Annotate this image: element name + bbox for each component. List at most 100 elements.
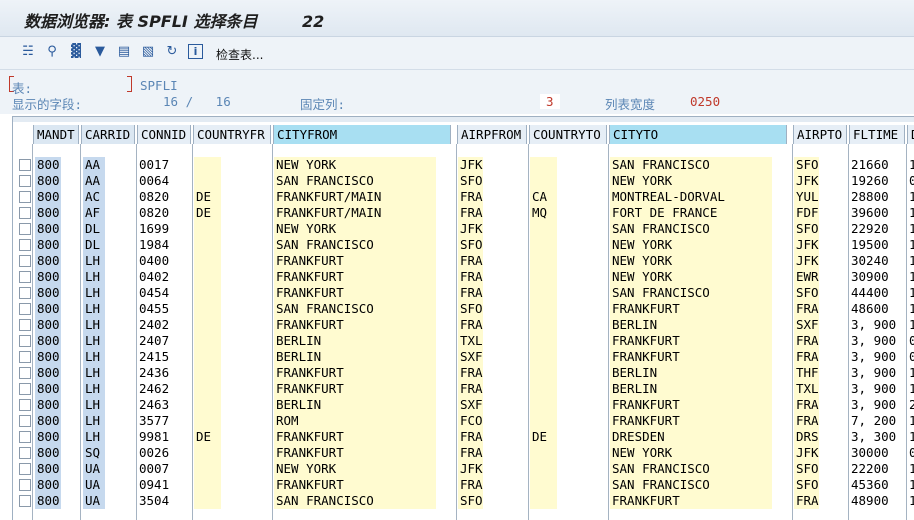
cell-countryfr (194, 157, 221, 173)
cell-countryto (530, 349, 557, 365)
table-row[interactable]: 800 UA 3504 SAN FRANCISCO SFO FRANKFURT FRA 489… (13, 493, 914, 509)
cell-airpfrom: FRA (458, 477, 483, 493)
info-icon[interactable]: i (188, 44, 203, 59)
table-row[interactable]: 800 DL 1699 NEW YORK JFK SAN FRANCISCO SFO 2292… (13, 221, 914, 237)
table-row[interactable]: 800 LH 2462 FRANKFURT FRA BERLIN TXL 3, 900 1 (13, 381, 914, 397)
column-header-cityto[interactable]: CITYTO (609, 125, 787, 144)
column-header-airpto[interactable]: AIRPTO (793, 125, 847, 144)
row-select-checkbox[interactable] (19, 495, 31, 507)
print-icon[interactable]: ▧ (140, 44, 156, 60)
row-select-checkbox[interactable] (19, 223, 31, 235)
row-select-checkbox[interactable] (19, 351, 31, 363)
column-header-fltime[interactable]: FLTIME (849, 125, 905, 144)
row-select-checkbox[interactable] (19, 175, 31, 187)
cell-cityto: MONTREAL-DORVAL (610, 189, 772, 205)
export-icon[interactable]: ▤ (116, 44, 132, 60)
cell-cityto: FRANKFURT (610, 301, 772, 317)
table-row[interactable]: 800 DL 1984 SAN FRANCISCO SFO NEW YORK JFK 1950… (13, 237, 914, 253)
cell-countryto (530, 461, 557, 477)
row-select-checkbox[interactable] (19, 255, 31, 267)
row-select-checkbox[interactable] (19, 319, 31, 331)
cell-countryto (530, 413, 557, 429)
table-row[interactable]: 800 SQ 0026 FRANKFURT FRA NEW YORK JFK 30000 0 (13, 445, 914, 461)
table-row[interactable]: 800 LH 2415 BERLIN SXF FRANKFURT FRA 3, 900 0 (13, 349, 914, 365)
table-row[interactable]: 800 LH 2402 FRANKFURT FRA BERLIN SXF 3, 900 1 (13, 317, 914, 333)
row-select-checkbox[interactable] (19, 287, 31, 299)
cell-airpto: FDF (794, 205, 819, 221)
row-select-checkbox[interactable] (19, 207, 31, 219)
cell-mandt: 800 (35, 157, 61, 173)
column-header-mandt[interactable]: MANDT (33, 125, 79, 144)
cell-carrid: DL (83, 221, 105, 237)
cell-cityfrom: NEW YORK (274, 157, 436, 173)
sort-icon[interactable]: ▼ (92, 44, 108, 60)
cell-cityfrom: FRANKFURT (274, 429, 436, 445)
cell-carrid: LH (83, 429, 105, 445)
row-select-checkbox[interactable] (19, 335, 31, 347)
row-select-checkbox[interactable] (19, 271, 31, 283)
row-select-checkbox[interactable] (19, 303, 31, 315)
cell-airpfrom: FRA (458, 205, 483, 221)
table-row[interactable]: 800 AF 0820 DE FRANKFURT/MAIN FRA MQ FORT DE FR… (13, 205, 914, 221)
column-header-countryto[interactable]: COUNTRYTO (529, 125, 607, 144)
row-select-checkbox[interactable] (19, 447, 31, 459)
cell-cityfrom: FRANKFURT (274, 317, 436, 333)
row-select-checkbox[interactable] (19, 479, 31, 491)
cell-d: 1 (907, 253, 914, 269)
cell-countryfr (194, 493, 221, 509)
row-select-checkbox[interactable] (19, 431, 31, 443)
row-select-checkbox[interactable] (19, 191, 31, 203)
table-row[interactable]: 800 LH 9981 DE FRANKFURT FRA DE DRESDEN DRS 3, 30… (13, 429, 914, 445)
row-select-checkbox[interactable] (19, 367, 31, 379)
column-header-cityfrom[interactable]: CITYFROM (273, 125, 451, 144)
row-select-checkbox[interactable] (19, 239, 31, 251)
table-row[interactable]: 800 UA 0941 FRANKFURT FRA SAN FRANCISCO SFO 453… (13, 477, 914, 493)
cell-fltime: 3, 300 (851, 429, 897, 444)
row-select-checkbox[interactable] (19, 415, 31, 427)
glasses-icon[interactable]: ☵ (20, 44, 36, 60)
cell-countryfr (194, 397, 221, 413)
cell-airpfrom: FCO (458, 413, 483, 429)
refresh-icon[interactable]: ↻ (164, 44, 180, 60)
table-row[interactable]: 800 LH 3577 ROM FCO FRANKFURT FRA 7, 200 1 (13, 413, 914, 429)
cell-fltime: 45360 (851, 477, 889, 492)
fixed-cols-input[interactable]: 3 (540, 94, 560, 109)
cell-fltime: 21660 (851, 157, 889, 172)
table-row[interactable]: 800 LH 0402 FRANKFURT FRA NEW YORK EWR 30900 1 (13, 269, 914, 285)
table-row[interactable]: 800 LH 2407 BERLIN TXL FRANKFURT FRA 3, 900 0 (13, 333, 914, 349)
column-header-connid[interactable]: CONNID (137, 125, 191, 144)
table-row[interactable]: 800 LH 0454 FRANKFURT FRA SAN FRANCISCO SFO 444… (13, 285, 914, 301)
table-row[interactable]: 800 UA 0007 NEW YORK JFK SAN FRANCISCO SFO 2220… (13, 461, 914, 477)
table-row[interactable]: 800 LH 2436 FRANKFURT FRA BERLIN THF 3, 900 1 (13, 365, 914, 381)
cell-airpfrom: SXF (458, 349, 483, 365)
cell-carrid: LH (83, 301, 105, 317)
cell-countryto: CA (530, 189, 557, 205)
cell-connid: 2436 (139, 365, 170, 380)
cell-airpto: FRA (794, 493, 819, 509)
column-header-airpfrom[interactable]: AIRPFROM (457, 125, 527, 144)
table-row[interactable]: 800 LH 0400 FRANKFURT FRA NEW YORK JFK 30240 1 (13, 253, 914, 269)
cell-cityfrom: FRANKFURT (274, 269, 436, 285)
table-row[interactable]: 800 AC 0820 DE FRANKFURT/MAIN FRA CA MONTREAL-D… (13, 189, 914, 205)
table-row[interactable]: 800 AA 0064 SAN FRANCISCO SFO NEW YORK JFK 1926… (13, 173, 914, 189)
cell-carrid: AC (83, 189, 105, 205)
table-row[interactable]: 800 LH 0455 SAN FRANCISCO SFO FRANKFURT FRA 486… (13, 301, 914, 317)
row-select-checkbox[interactable] (19, 159, 31, 171)
cell-fltime: 3, 900 (851, 365, 897, 380)
check-table-button[interactable]: 检查表... (216, 46, 263, 63)
table-row[interactable]: 800 LH 2463 BERLIN SXF FRANKFURT FRA 3, 900 2 (13, 397, 914, 413)
table-row[interactable]: 800 AA 0017 NEW YORK JFK SAN FRANCISCO SFO 2166… (13, 157, 914, 173)
row-select-checkbox[interactable] (19, 383, 31, 395)
cell-airpto: JFK (794, 253, 819, 269)
cell-carrid: DL (83, 237, 105, 253)
find-icon[interactable]: ⚲ (44, 44, 60, 60)
column-header-d[interactable]: D (907, 125, 914, 144)
cell-mandt: 800 (35, 221, 61, 237)
cell-cityto: FRANKFURT (610, 333, 772, 349)
row-select-checkbox[interactable] (19, 399, 31, 411)
filter-icon[interactable]: ▓ (68, 44, 84, 60)
column-header-countryfr[interactable]: COUNTRYFR (193, 125, 271, 144)
column-header-carrid[interactable]: CARRID (81, 125, 135, 144)
cell-carrid: LH (83, 253, 105, 269)
row-select-checkbox[interactable] (19, 463, 31, 475)
